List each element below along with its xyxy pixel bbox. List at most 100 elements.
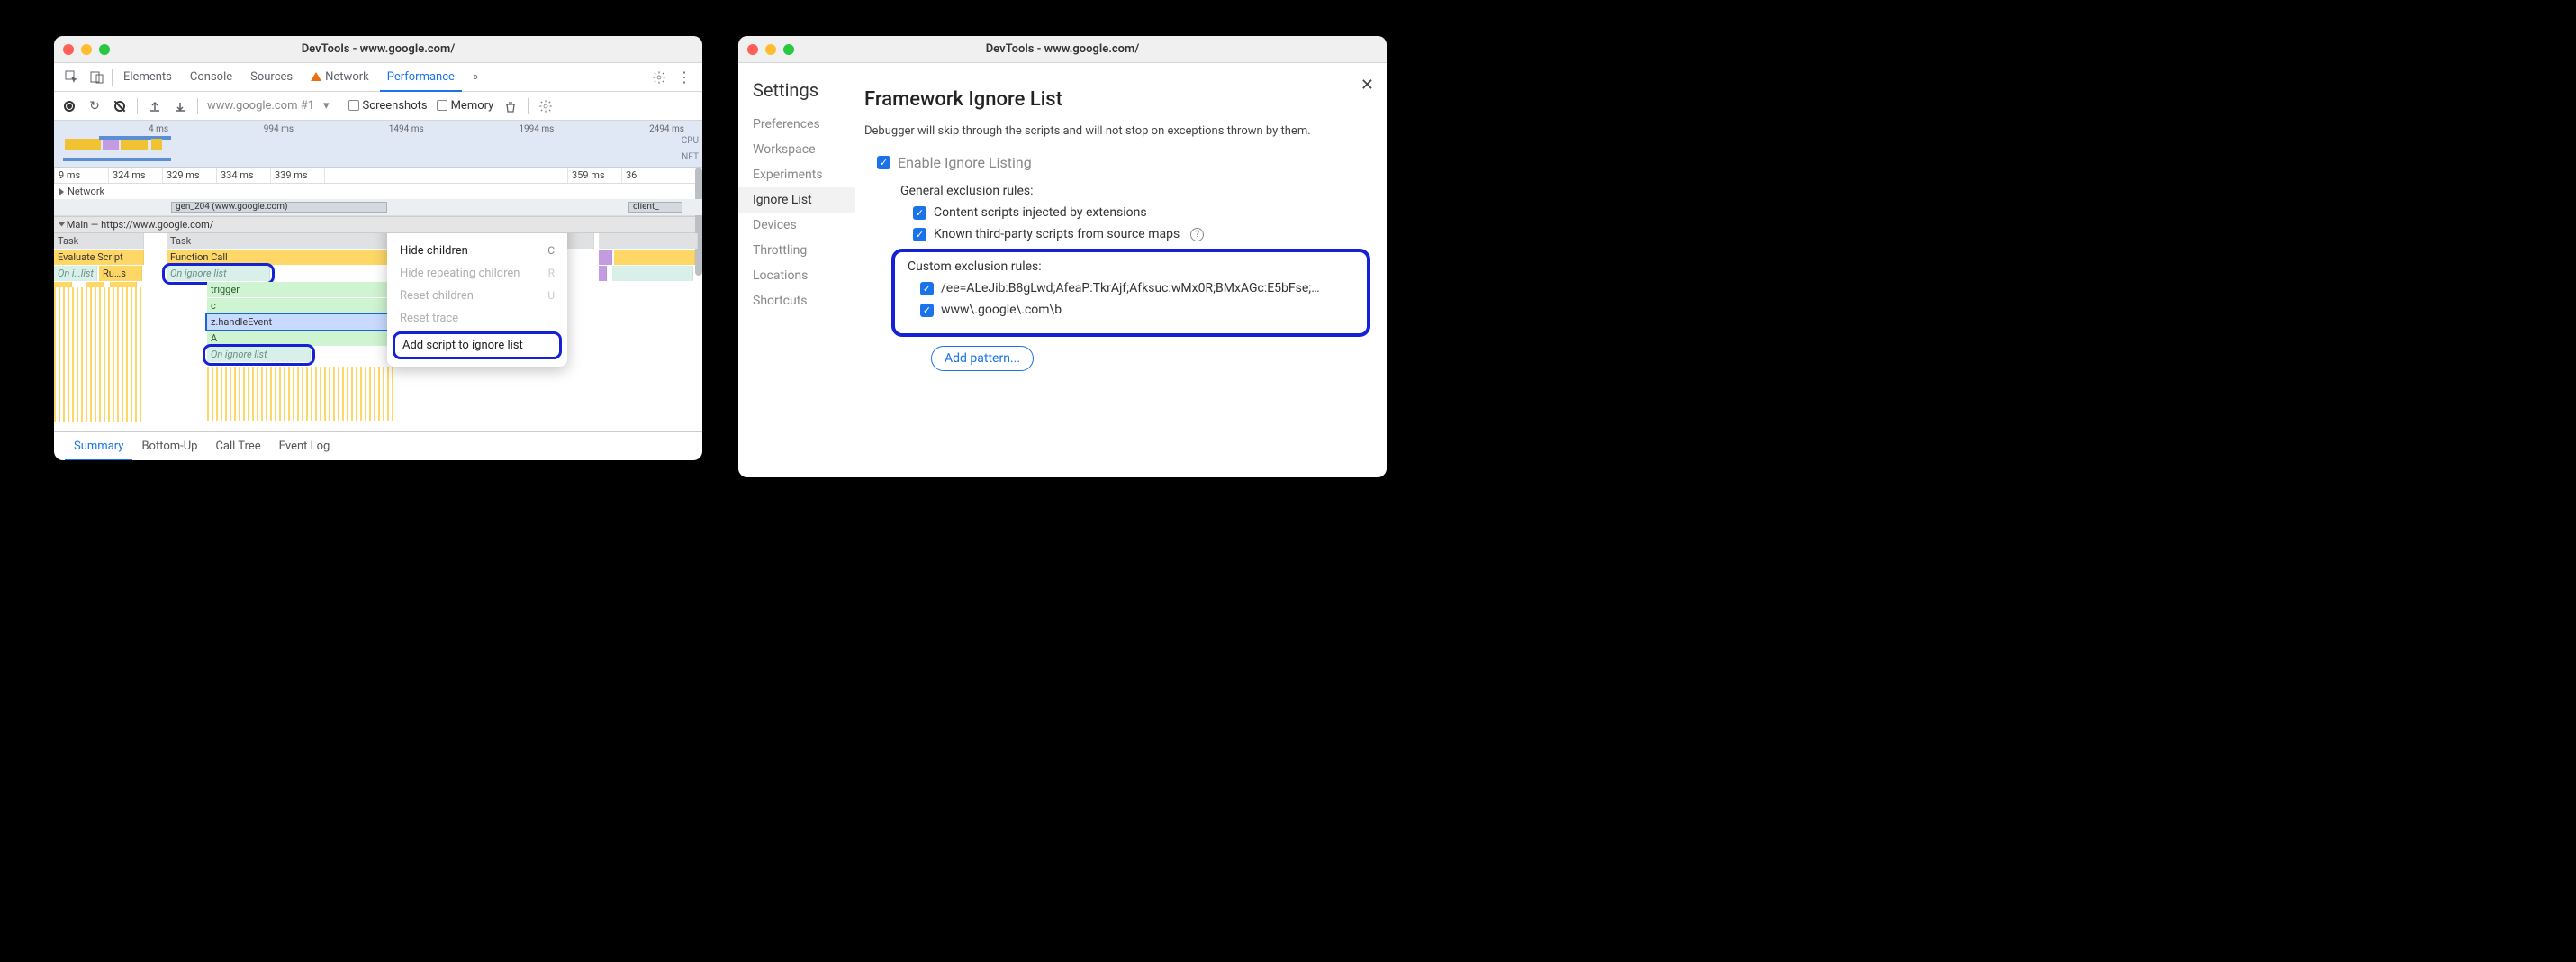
device-icon[interactable] [86, 67, 108, 88]
record-button[interactable] [61, 98, 77, 114]
flame-entry[interactable]: On i…list [54, 266, 97, 281]
tab-call-tree[interactable]: Call Tree [206, 432, 269, 460]
titlebar[interactable]: DevTools - www.google.com/ [738, 36, 1387, 63]
menu-key: C [547, 244, 555, 258]
sidebar-item-throttling[interactable]: Throttling [738, 238, 855, 263]
third-party-checkbox[interactable]: Known third-party scripts from source ma… [913, 227, 1370, 241]
main-flame-chart[interactable]: Task Task Evaluate Script Function Call … [54, 233, 702, 431]
custom-rule-2[interactable]: www\.google\.com\b [920, 303, 1358, 317]
tab-summary[interactable]: Summary [65, 433, 132, 461]
tab-event-log[interactable]: Event Log [270, 432, 339, 460]
help-icon[interactable]: ? [1190, 228, 1204, 241]
window-title: DevTools - www.google.com/ [738, 42, 1387, 56]
flame-stripes [54, 287, 144, 422]
sidebar-item-devices[interactable]: Devices [738, 213, 855, 238]
tab-performance[interactable]: Performance [380, 64, 462, 92]
upload-icon[interactable] [147, 98, 163, 114]
titlebar[interactable]: DevTools - www.google.com/ [54, 36, 702, 63]
inspect-icon[interactable] [61, 67, 83, 88]
download-icon[interactable] [172, 98, 188, 114]
ruler-tick: 339 ms [270, 168, 324, 183]
flame-entry[interactable] [612, 266, 693, 281]
main-thread-header[interactable]: Main — https://www.google.com/ [54, 216, 702, 233]
network-bar[interactable]: client_ [628, 202, 682, 213]
enable-ignore-listing-checkbox[interactable]: Enable Ignore Listing [877, 154, 1370, 171]
sidebar-item-shortcuts[interactable]: Shortcuts [738, 288, 855, 313]
memory-checkbox[interactable]: Memory [437, 99, 494, 113]
devtools-performance-window: DevTools - www.google.com/ Elements Cons… [54, 36, 702, 460]
tab-console[interactable]: Console [183, 63, 240, 91]
custom-rule-1[interactable]: /ee=ALeJib:B8gLwd;AfeaP:TkrAjf;Afksuc:wM… [920, 281, 1358, 295]
sidebar-item-locations[interactable]: Locations [738, 263, 855, 288]
flame-task[interactable]: Task [54, 233, 144, 249]
add-pattern-button[interactable]: Add pattern... [931, 346, 1034, 371]
main-thread-label: Main — https://www.google.com/ [67, 219, 214, 231]
panel-tabs: Elements Console Sources Network Perform… [54, 63, 702, 92]
details-tabs: Summary Bottom-Up Call Tree Event Log [54, 431, 702, 460]
checkbox-checked-icon [877, 156, 890, 169]
flame-entry[interactable] [599, 250, 612, 265]
checkbox-checked-icon [913, 228, 926, 241]
menu-key: R [548, 267, 555, 280]
overview-minimap[interactable]: 4 ms 994 ms 1494 ms 1994 ms 2494 ms CPU … [54, 121, 702, 168]
sidebar-item-ignore-list[interactable]: Ignore List [738, 187, 855, 213]
overview-time: 1494 ms [389, 124, 424, 134]
menu-add-to-ignore-list[interactable]: Add script to ignore list [395, 334, 559, 357]
menu-reset-children: Reset children U [387, 285, 567, 307]
reload-record-button[interactable]: ↻ [86, 98, 103, 114]
triangle-right-icon [59, 188, 64, 195]
content-scripts-checkbox[interactable]: Content scripts injected by extensions [913, 205, 1370, 220]
tab-bottom-up[interactable]: Bottom-Up [132, 432, 206, 460]
menu-label: Add script to ignore list [402, 339, 523, 352]
flame-trigger[interactable]: trigger [207, 282, 396, 297]
ruler-tick: 329 ms [162, 168, 216, 183]
flame-evaluate-script[interactable]: Evaluate Script [54, 250, 144, 265]
flame-ruler: 9 ms 324 ms 329 ms 334 ms 339 ms 359 ms … [54, 168, 702, 184]
tab-network[interactable]: Network [303, 63, 376, 91]
custom-rules-heading: Custom exclusion rules: [908, 259, 1358, 274]
divider [137, 98, 138, 114]
flame-c[interactable]: c [207, 298, 396, 313]
flame-ignore-list[interactable]: On ignore list [207, 347, 311, 362]
gear-icon[interactable] [648, 67, 670, 88]
flame-entry[interactable] [614, 250, 695, 265]
menu-label: Hide children [400, 244, 468, 258]
network-track[interactable]: gen_204 (www.google.com) client_ [54, 199, 702, 215]
menu-label: Hide repeating children [400, 267, 520, 280]
sidebar-item-experiments[interactable]: Experiments [738, 162, 855, 187]
screenshots-checkbox[interactable]: Screenshots [348, 99, 428, 113]
clear-button[interactable] [112, 98, 128, 114]
menu-hide-children[interactable]: Hide children C [387, 240, 567, 262]
tab-sources[interactable]: Sources [243, 63, 300, 91]
tab-elements[interactable]: Elements [116, 63, 179, 91]
ruler-tick: 359 ms [567, 168, 621, 183]
flame-ignore-list[interactable]: On ignore list [167, 266, 270, 281]
content-scripts-label: Content scripts injected by extensions [934, 205, 1147, 220]
menu-label: Reset children [400, 289, 474, 303]
flame-entry[interactable]: Ru…s [99, 266, 142, 281]
sidebar-item-preferences[interactable]: Preferences [738, 112, 855, 137]
network-track-header[interactable]: Network [54, 184, 702, 199]
triangle-down-icon [59, 222, 66, 227]
flame-handle-event-selected[interactable]: z.handleEvent [207, 314, 396, 330]
close-x-icon[interactable]: ✕ [1360, 76, 1374, 95]
menu-hide-function[interactable]: Hide functionH [387, 233, 567, 240]
tabs-overflow-button[interactable]: » [465, 63, 485, 91]
menu-key: H [547, 233, 555, 235]
network-bar[interactable]: gen_204 (www.google.com) [171, 202, 387, 213]
overview-time: 1994 ms [519, 124, 554, 134]
recording-selector[interactable]: www.google.com #1 [207, 99, 314, 113]
chevron-down-icon[interactable]: ▾ [323, 99, 330, 113]
checkbox-checked-icon [913, 206, 926, 220]
flame-task[interactable] [599, 233, 698, 249]
flame-function-call[interactable]: Function Call [167, 250, 401, 265]
menu-key: U [547, 289, 555, 303]
capture-settings-icon[interactable] [538, 98, 554, 114]
collect-garbage-icon[interactable] [502, 98, 519, 114]
ruler-tick: 334 ms [216, 168, 270, 183]
flame-entry[interactable] [599, 266, 607, 281]
sidebar-item-workspace[interactable]: Workspace [738, 137, 855, 162]
kebab-icon[interactable]: ⋮ [673, 67, 695, 88]
flame-a[interactable]: A [207, 331, 396, 346]
menu-hide-repeating: Hide repeating children R [387, 262, 567, 285]
